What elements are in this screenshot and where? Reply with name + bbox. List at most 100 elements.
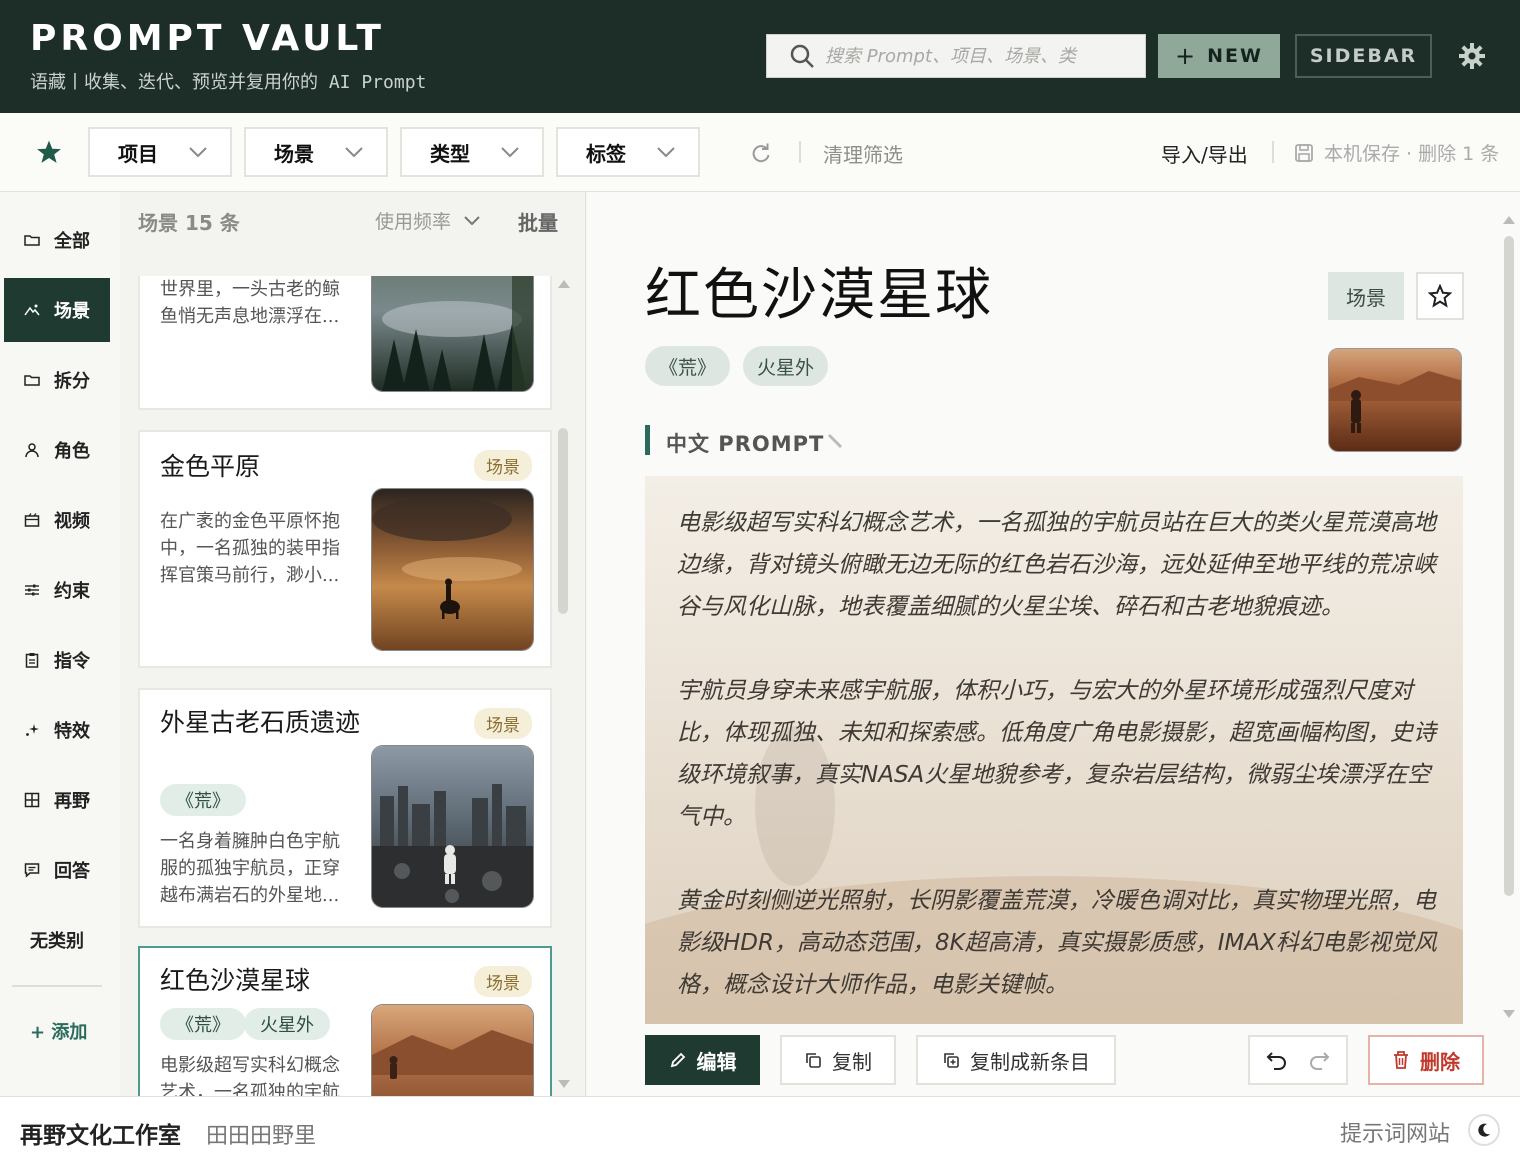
card-title: 红色沙漠星球 <box>160 966 311 995</box>
redo-icon[interactable] <box>1307 1049 1331 1071</box>
refresh-icon[interactable] <box>750 142 772 164</box>
sidebar-item[interactable]: 回答 <box>4 838 110 902</box>
import-export-button[interactable]: 导入/导出 <box>1161 139 1248 168</box>
chevron-down-icon <box>657 147 675 158</box>
list-item[interactable]: 世界里，一头古老的鲸鱼悄无声息地漂浮在... <box>138 276 552 410</box>
card-thumbnail <box>371 745 534 908</box>
sidebar-item[interactable]: 拆分 <box>4 348 110 412</box>
list-scroll-up[interactable] <box>558 280 570 288</box>
prompt-list: 世界里，一头古老的鲸鱼悄无声息地漂浮在... 金色平原 场景 在广袤的金色平原怀… <box>120 276 586 1096</box>
app-tagline: 语藏丨收集、迭代、预览并复用你的 AI Prompt <box>30 72 427 93</box>
sort-label: 使用频率 <box>375 211 452 233</box>
new-button[interactable]: + NEW <box>1158 34 1280 78</box>
gear-icon[interactable] <box>1458 42 1486 70</box>
sidebar-item-label: 角色 <box>54 441 90 462</box>
type-dropdown-label: 类型 <box>430 141 470 166</box>
scene-dropdown[interactable]: 场景 <box>244 127 388 177</box>
list-item[interactable]: 外星古老石质遗迹 场景 《荒》 一名身着臃肿白色宇航服的孤独宇航员，正穿越布满岩… <box>138 688 552 928</box>
search-input[interactable] <box>825 45 1125 67</box>
tag-dropdown[interactable]: 标签 <box>556 127 700 177</box>
person-icon <box>25 443 39 458</box>
divider <box>1272 141 1274 163</box>
edit-button[interactable]: 编辑 <box>645 1035 760 1085</box>
chevron-down-icon <box>345 147 363 158</box>
detail-tag[interactable]: 火星外 <box>743 346 829 386</box>
sort-dropdown[interactable]: 使用频率 <box>375 207 481 234</box>
list-scroll-down[interactable] <box>558 1080 570 1088</box>
sidebar-item[interactable]: 无类别 <box>4 908 110 972</box>
grid-icon <box>24 792 40 808</box>
divider <box>12 985 102 987</box>
detail-scroll-down[interactable] <box>1503 1010 1515 1018</box>
pencil-icon[interactable] <box>826 432 844 450</box>
detail-scroll-up[interactable] <box>1503 216 1515 224</box>
copy-button[interactable]: 复制 <box>780 1035 896 1085</box>
prompt-content-box[interactable]: 电影级超写实科幻概念艺术，一名孤独的宇航员站在巨大的类火星荒漠高地边缘，背对镜头… <box>645 476 1463 1024</box>
prompt-text: 电影级超写实科幻概念艺术，一名孤独的宇航员站在巨大的类火星荒漠高地边缘，背对镜头… <box>677 510 1437 998</box>
card-tag[interactable]: 火星外 <box>244 1008 330 1040</box>
sidebar-item-label: 回答 <box>54 861 90 882</box>
app-header: PROMPT VAULT 语藏丨收集、迭代、预览并复用你的 AI Prompt … <box>0 0 1520 113</box>
sidebar-item-label: 视频 <box>54 511 90 532</box>
sidebar-item[interactable]: 指令 <box>4 628 110 692</box>
card-description: 一名身着臃肿白色宇航服的孤独宇航员，正穿越布满岩石的外星地... <box>160 831 340 906</box>
save-status-text: 本机保存 · 删除 1 条 <box>1324 143 1500 165</box>
search-icon <box>790 44 814 68</box>
delete-button[interactable]: 删除 <box>1368 1035 1484 1085</box>
section-accent-bar <box>645 425 650 455</box>
detail-tag[interactable]: 《荒》 <box>645 346 731 386</box>
folder-icon <box>24 375 40 386</box>
plus-icon: + <box>1175 42 1198 70</box>
clipboard-icon <box>25 653 39 668</box>
theme-toggle-button[interactable] <box>1468 1114 1500 1146</box>
detail-title: 红色沙漠星球 <box>645 263 993 328</box>
card-tag[interactable]: 《荒》 <box>160 784 246 816</box>
chevron-down-icon <box>501 147 519 158</box>
detail-type-badge: 场景 <box>1328 272 1404 320</box>
section-label: 中文 PROMPT <box>666 432 825 456</box>
type-dropdown[interactable]: 类型 <box>400 127 544 177</box>
duplicate-button[interactable]: 复制成新条目 <box>916 1035 1116 1085</box>
card-type-badge: 场景 <box>474 966 532 997</box>
sidebar-item-label: 约束 <box>54 581 90 602</box>
list-item-selected[interactable]: 红色沙漠星球 场景 《荒》 火星外 电影级超写实科幻概念艺术，一名孤独的宇航 <box>138 946 552 1096</box>
undo-icon[interactable] <box>1265 1049 1289 1071</box>
sidebar-item-label: 无类别 <box>30 931 84 952</box>
card-tag[interactable]: 《荒》 <box>160 1008 246 1040</box>
add-category-button[interactable]: + 添加 <box>30 1018 87 1044</box>
card-title: 外星古老石质遗迹 <box>160 708 361 737</box>
clear-filters-button[interactable]: 清理筛选 <box>823 139 903 168</box>
card-thumbnail <box>371 276 534 392</box>
sidebar-item[interactable]: 视频 <box>4 488 110 552</box>
sidebar-item[interactable]: 约束 <box>4 558 110 622</box>
sidebar-item-label: 全部 <box>54 231 90 252</box>
star-outline-icon <box>1428 284 1452 308</box>
project-dropdown[interactable]: 项目 <box>88 127 232 177</box>
sidebar-item[interactable]: 特效 <box>4 698 110 762</box>
detail-scrollbar[interactable] <box>1504 236 1514 896</box>
detail-thumbnail[interactable] <box>1328 348 1462 452</box>
sidebar-item[interactable]: 再野 <box>4 768 110 832</box>
sidebar-item-label: 场景 <box>54 301 90 322</box>
sidebar-toggle-button[interactable]: SIDEBAR <box>1295 34 1432 78</box>
list-item[interactable]: 金色平原 场景 在广袤的金色平原怀抱中，一名孤独的装甲指挥官策马前行，渺小... <box>138 430 552 668</box>
batch-button[interactable]: 批量 <box>518 207 558 236</box>
sidebar-item[interactable]: 全部 <box>4 208 110 272</box>
sidebar-item[interactable]: 角色 <box>4 418 110 482</box>
folder-icon <box>24 235 40 246</box>
list-scrollbar[interactable] <box>558 428 568 614</box>
divider <box>799 141 801 163</box>
footer-website-link[interactable]: 提示词网站 <box>1340 1116 1450 1148</box>
pencil-icon <box>670 1052 685 1068</box>
sidebar-item[interactable]: 场景 <box>4 278 110 342</box>
card-type-badge: 场景 <box>474 450 532 481</box>
search-box[interactable] <box>766 34 1146 78</box>
copy-icon <box>806 1053 821 1068</box>
copy-button-label: 复制 <box>832 1049 872 1074</box>
favorite-button[interactable] <box>1416 272 1464 320</box>
card-description: 在广袤的金色平原怀抱中，一名孤独的装甲指挥官策马前行，渺小... <box>160 511 340 586</box>
favorites-star-icon[interactable] <box>36 139 62 165</box>
project-dropdown-label: 项目 <box>118 141 158 166</box>
card-type-badge: 场景 <box>474 708 532 739</box>
chevron-down-icon <box>464 215 480 225</box>
